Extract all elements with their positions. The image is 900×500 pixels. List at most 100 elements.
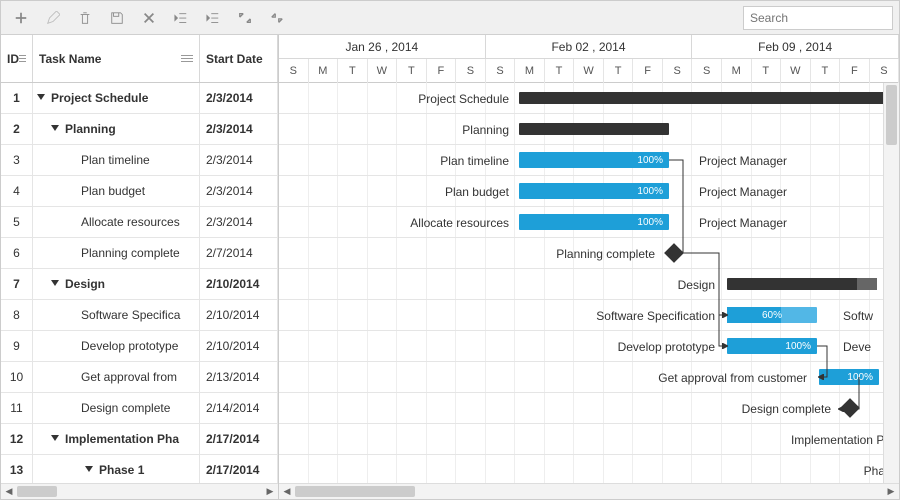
task-label: Allocate resources [410,207,509,238]
row-id: 9 [1,331,33,361]
row-start: 2/17/2014 [200,455,278,483]
task-label: Planning [462,114,509,145]
day-header: W [368,59,398,83]
col-start-date[interactable]: Start Date [200,35,278,82]
save-button[interactable] [103,4,131,32]
scroll-left-icon[interactable]: ◀ [279,484,295,500]
row-name: Develop prototype [33,331,200,361]
add-button[interactable] [7,4,35,32]
row-id: 5 [1,207,33,237]
delete-button[interactable] [71,4,99,32]
table-row[interactable]: 5Allocate resources2/3/2014 [1,207,278,238]
row-start: 2/3/2014 [200,145,278,175]
collapse-all-button[interactable] [263,4,291,32]
row-start: 2/3/2014 [200,176,278,206]
row-start: 2/10/2014 [200,331,278,361]
row-name: Implementation Pha [33,424,200,454]
indent-button[interactable] [199,4,227,32]
progress-label: 100% [637,186,663,197]
row-id: 1 [1,83,33,113]
task-bar[interactable]: 60% [727,307,817,323]
menu-icon[interactable] [19,55,26,62]
row-id: 4 [1,176,33,206]
day-header: W [781,59,811,83]
chart-vscroll[interactable] [883,83,899,483]
task-grid: ID Task Name Start Date 1Project Schedul… [1,35,279,499]
day-header: T [811,59,841,83]
table-row[interactable]: 4Plan budget2/3/2014 [1,176,278,207]
table-row[interactable]: 1Project Schedule2/3/2014 [1,83,278,114]
row-id: 13 [1,455,33,483]
menu-icon[interactable] [181,55,193,62]
day-header: T [604,59,634,83]
expand-icon[interactable] [85,466,93,472]
scroll-right-icon[interactable]: ▶ [262,484,278,500]
row-start: 2/7/2014 [200,238,278,268]
milestone-marker[interactable] [840,398,860,418]
col-id[interactable]: ID [1,35,33,82]
table-row[interactable]: 12Implementation Pha2/17/2014 [1,424,278,455]
task-label: Get approval from customer [658,362,807,393]
task-label: Design [678,269,715,300]
grid-hscroll[interactable]: ◀ ▶ [1,483,278,499]
summary-bar[interactable] [727,278,877,290]
scroll-right-icon[interactable]: ▶ [883,484,899,500]
row-name: Planning complete [33,238,200,268]
day-header: M [722,59,752,83]
expand-icon[interactable] [51,435,59,441]
search-input[interactable] [743,6,893,30]
row-start: 2/10/2014 [200,269,278,299]
row-start: 2/13/2014 [200,362,278,392]
chart-hscroll[interactable]: ◀ ▶ [279,483,899,499]
summary-bar[interactable] [519,123,669,135]
day-header: S [279,59,309,83]
row-name: Project Schedule [33,83,200,113]
table-row[interactable]: 3Plan timeline2/3/2014 [1,145,278,176]
scroll-left-icon[interactable]: ◀ [1,484,17,500]
row-id: 10 [1,362,33,392]
day-header: W [574,59,604,83]
expand-icon[interactable] [37,94,45,100]
toolbar [1,1,899,35]
edit-button[interactable] [39,4,67,32]
milestone-marker[interactable] [664,243,684,263]
row-name: Design complete [33,393,200,423]
row-name: Get approval from [33,362,200,392]
day-header: S [870,59,899,83]
grid-header: ID Task Name Start Date [1,35,278,83]
table-row[interactable]: 7Design2/10/2014 [1,269,278,300]
outdent-button[interactable] [167,4,195,32]
task-label: Implementation Ph [791,424,891,455]
table-row[interactable]: 13Phase 12/17/2014 [1,455,278,483]
task-label: Project Schedule [418,83,509,114]
table-row[interactable]: 2Planning2/3/2014 [1,114,278,145]
table-row[interactable]: 10Get approval from 2/13/2014 [1,362,278,393]
task-bar[interactable]: 100% [519,152,669,168]
progress-label: 100% [637,217,663,228]
row-name: Phase 1 [33,455,200,483]
day-header: T [338,59,368,83]
summary-bar[interactable] [519,92,899,104]
expand-icon[interactable] [51,125,59,131]
day-header: S [692,59,722,83]
task-bar[interactable]: 100% [819,369,879,385]
row-start: 2/10/2014 [200,300,278,330]
resource-label: Project Manager [699,176,787,207]
table-row[interactable]: 6Planning complete2/7/2014 [1,238,278,269]
table-row[interactable]: 9Develop prototype2/10/2014 [1,331,278,362]
table-row[interactable]: 8Software Specifica2/10/2014 [1,300,278,331]
day-header: S [486,59,516,83]
row-name: Software Specifica [33,300,200,330]
task-bar[interactable]: 100% [519,214,669,230]
task-bar[interactable]: 100% [727,338,817,354]
table-row[interactable]: 11Design complete2/14/2014 [1,393,278,424]
cancel-button[interactable] [135,4,163,32]
expand-all-button[interactable] [231,4,259,32]
row-name: Allocate resources [33,207,200,237]
task-bar[interactable]: 100% [519,183,669,199]
day-header: T [752,59,782,83]
row-id: 7 [1,269,33,299]
expand-icon[interactable] [51,280,59,286]
col-task-label: Task Name [39,52,101,66]
col-task-name[interactable]: Task Name [33,35,200,82]
